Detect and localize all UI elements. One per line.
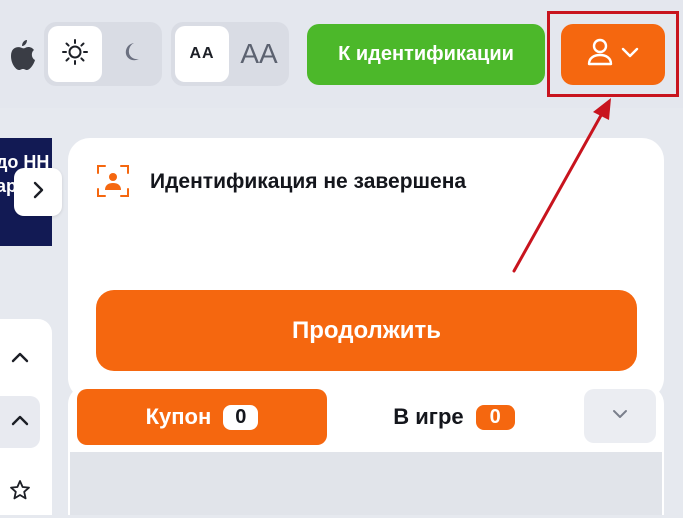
continue-button[interactable]: Продолжить xyxy=(96,290,637,371)
go-to-identification-button[interactable]: К идентификации xyxy=(307,24,545,85)
star-icon xyxy=(9,479,31,506)
collapse-section-button-active[interactable] xyxy=(0,396,40,448)
font-large-button[interactable]: AA xyxy=(231,26,287,82)
banner-next-button[interactable] xyxy=(14,168,62,216)
font-size-switcher: AA AA xyxy=(171,22,289,86)
chevron-right-icon xyxy=(30,180,46,205)
chevron-up-icon xyxy=(10,413,30,432)
tab-coupon[interactable]: Купон 0 xyxy=(77,389,327,445)
light-theme-button[interactable] xyxy=(48,26,102,82)
ingame-tab-label: В игре xyxy=(393,404,464,429)
annotation-highlight-box xyxy=(547,11,679,97)
chevron-down-icon xyxy=(610,407,630,426)
moon-icon xyxy=(118,39,144,70)
coupon-count-badge: 0 xyxy=(223,404,259,430)
coupon-tab-label: Купон xyxy=(145,404,212,429)
coupon-collapse-button[interactable] xyxy=(584,389,656,443)
coupon-body xyxy=(70,452,662,515)
identification-title: Идентификация не завершена xyxy=(150,170,467,193)
font-small-button[interactable]: AA xyxy=(175,26,229,82)
apple-icon[interactable] xyxy=(6,34,38,74)
ingame-count-badge: 0 xyxy=(475,404,515,430)
chevron-up-icon xyxy=(10,350,30,369)
theme-switcher xyxy=(44,22,162,86)
collapse-section-button[interactable] xyxy=(0,333,40,385)
dark-theme-button[interactable] xyxy=(104,26,158,82)
sun-icon xyxy=(61,38,89,71)
id-scan-icon xyxy=(96,164,130,198)
tab-in-game[interactable]: В игре 0 xyxy=(344,389,564,445)
favorites-button[interactable] xyxy=(0,466,40,518)
